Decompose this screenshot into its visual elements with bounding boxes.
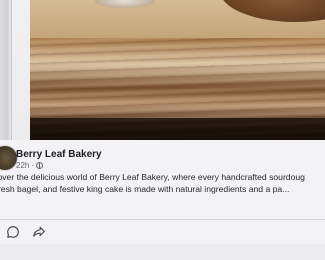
post-image[interactable]	[30, 0, 325, 142]
phone-screen: Berry Leaf Bakery 22h · ...cover the del…	[0, 0, 325, 260]
comment-icon	[7, 226, 19, 238]
share-icon	[33, 226, 45, 237]
share-button[interactable]	[31, 224, 47, 240]
meta-separator: ·	[31, 161, 35, 170]
post-time[interactable]: 22h	[16, 161, 29, 170]
feed-below	[0, 244, 325, 260]
caption-line: e	[0, 195, 325, 207]
post-actions	[0, 220, 325, 240]
image-shadow	[30, 118, 325, 142]
post-meta: 22h ·	[16, 161, 44, 170]
page-name-link[interactable]: Berry Leaf Bakery	[16, 149, 102, 160]
globe-icon	[36, 162, 44, 169]
post-caption[interactable]: ...cover the delicious world of Berry Le…	[0, 171, 325, 207]
post-card: Berry Leaf Bakery 22h · ...cover the del…	[0, 140, 325, 260]
caption-line: ...cover the delicious world of Berry Le…	[0, 172, 305, 182]
caption-line: d, fresh bagel, and festive king cake is…	[0, 184, 290, 194]
comment-button[interactable]	[5, 224, 21, 240]
